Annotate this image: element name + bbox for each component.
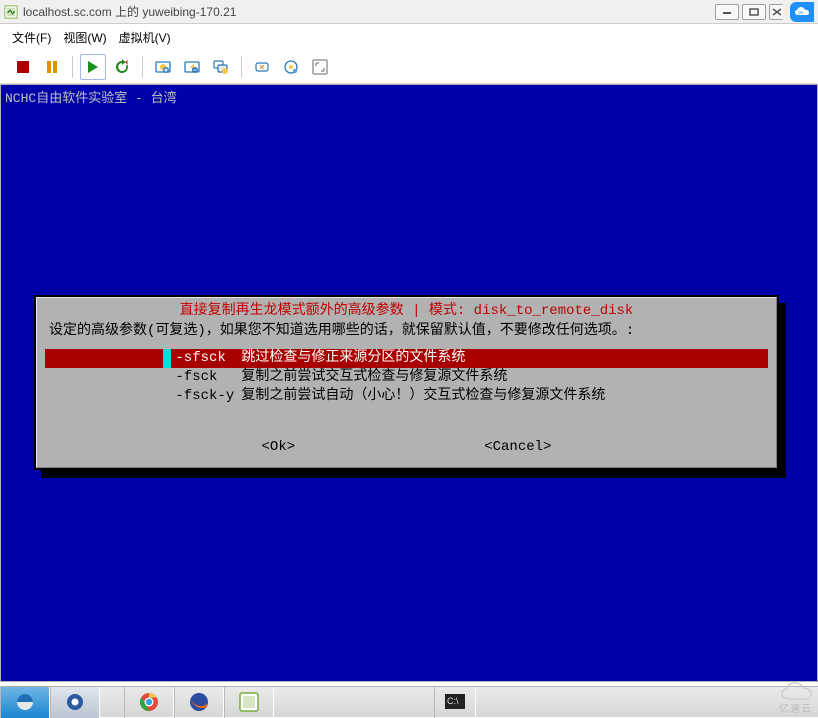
terminal-icon: C:\ [444, 691, 466, 713]
toolbar [0, 51, 818, 84]
menu-file[interactable]: 文件(F) [12, 29, 51, 46]
titlebar-left: localhost.sc.com 上的 yuweibing-170.21 [4, 3, 236, 20]
dialog-message: 设定的高级参数(可复选)，如果您不知道选用哪些的话，就保留默认值，不要修改任何选… [45, 322, 768, 342]
minimize-button[interactable] [715, 4, 739, 20]
close-button[interactable] [769, 4, 783, 20]
console-header-text: NCHC自由软件实验室 - 台湾 [1, 85, 817, 108]
vmware-icon [4, 5, 18, 19]
vm-console[interactable]: NCHC自由软件实验室 - 台湾 直接复制再生龙模式额外的高级参数 | 模式: … [1, 85, 817, 681]
dialog-option-fsck[interactable]: -fsck复制之前尝试交互式检查与修复源文件系统 [45, 368, 768, 387]
revert-snapshot-icon [184, 59, 200, 75]
maximize-button[interactable] [742, 4, 766, 20]
full-screen-button[interactable] [307, 54, 333, 80]
dialog-option-sfsck[interactable]: --sfsck跳过检查与修正来源分区的文件系统 [45, 349, 768, 368]
unity-icon [283, 59, 299, 75]
task-item-ie[interactable] [0, 687, 50, 718]
dialog-title: 直接复制再生龙模式额外的高级参数 | 模式: disk_to_remote_di… [45, 302, 768, 322]
menu-view[interactable]: 视图(W) [63, 29, 106, 46]
cloud-badge-icon: ∞ [790, 2, 814, 22]
ie-icon [14, 691, 36, 713]
play-button[interactable] [80, 54, 106, 80]
svg-text:C:\: C:\ [447, 696, 459, 706]
option-desc: 跳过检查与修正来源分区的文件系统 [241, 349, 465, 368]
menubar: 文件(F) 视图(W) 虚拟机(V) [0, 24, 818, 51]
manage-snapshots-icon [213, 59, 229, 75]
fullscreen-icon [312, 59, 328, 75]
pause-button[interactable] [39, 54, 65, 80]
task-item-chrome[interactable] [124, 687, 174, 718]
vmware-task-icon [238, 691, 260, 713]
svg-text:∞: ∞ [798, 9, 803, 16]
toolbar-separator [241, 56, 242, 78]
task-item-vmware[interactable] [224, 687, 274, 718]
devices-icon [254, 59, 270, 75]
option-desc: 复制之前尝试交互式检查与修复源文件系统 [241, 368, 507, 387]
show-devices-button[interactable] [249, 54, 275, 80]
window-titlebar: localhost.sc.com 上的 yuweibing-170.21 ∞ [0, 0, 818, 24]
play-icon [88, 61, 98, 73]
refresh-icon [114, 59, 130, 75]
window-title: localhost.sc.com 上的 yuweibing-170.21 [23, 3, 236, 20]
toolbar-separator [72, 56, 73, 78]
reset-button[interactable] [109, 54, 135, 80]
firefox-icon [188, 691, 210, 713]
task-item-firefox[interactable] [174, 687, 224, 718]
stop-button[interactable] [10, 54, 36, 80]
pause-icon [47, 61, 57, 73]
option-desc: 复制之前尝试自动（小心！）交互式检查与修复源文件系统 [241, 387, 605, 406]
task-item-explorer[interactable] [50, 687, 100, 718]
dialog-option-fsck-y[interactable]: -fsck-y复制之前尝试自动（小心！）交互式检查与修复源文件系统 [45, 387, 768, 406]
manage-snapshots-button[interactable] [208, 54, 234, 80]
chrome-icon [138, 691, 160, 713]
revert-snapshot-button[interactable] [179, 54, 205, 80]
windows-taskbar: C:\ 亿速云 [0, 686, 818, 717]
ncurses-dialog: 直接复制再生龙模式额外的高级参数 | 模式: disk_to_remote_di… [34, 295, 779, 470]
menu-vm[interactable]: 虚拟机(V) [119, 29, 171, 46]
stop-icon [17, 61, 29, 73]
explorer-icon [64, 691, 86, 713]
dialog-options: --sfsck跳过检查与修正来源分区的文件系统 -fsck复制之前尝试交互式检查… [45, 349, 768, 406]
snapshot-icon [155, 59, 171, 75]
snapshot-button[interactable] [150, 54, 176, 80]
window-controls: ∞ [715, 2, 814, 22]
toolbar-separator [142, 56, 143, 78]
toggle-unity-button[interactable] [278, 54, 304, 80]
watermark-brand: 亿速云 [779, 700, 812, 715]
task-item-terminal[interactable]: C:\ [434, 687, 476, 718]
option-flag: -fsck-y [175, 387, 237, 406]
option-flag: -fsck [175, 368, 237, 387]
option-flag: -sfsck [175, 349, 237, 368]
ok-button[interactable]: <Ok> [262, 439, 296, 455]
cancel-button[interactable]: <Cancel> [484, 439, 551, 455]
dialog-buttons: <Ok> <Cancel> [37, 439, 776, 455]
